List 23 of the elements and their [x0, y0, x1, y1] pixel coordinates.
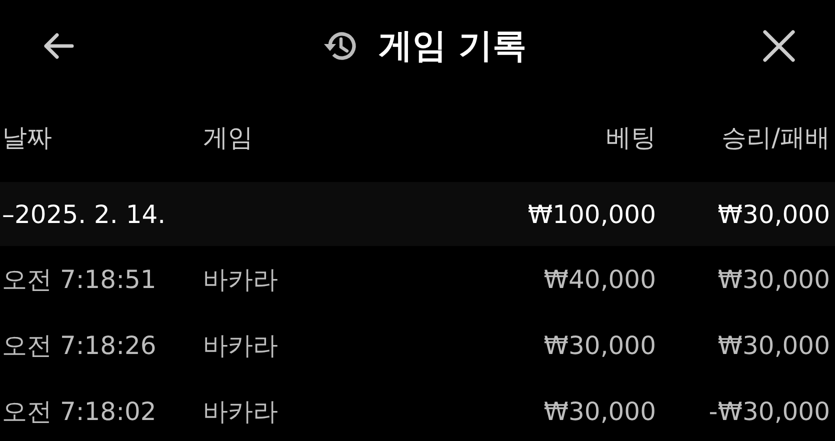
table-cell-text: ₩30,000: [716, 330, 830, 360]
group-date: –2025. 2. 14.: [1, 200, 167, 228]
total-result: ₩30,000: [716, 200, 830, 228]
column-header: 날짜: [1, 122, 53, 154]
total-bet: ₩100,000: [526, 200, 656, 228]
table-cell-text: 바카라: [202, 264, 279, 296]
table-cell-text: ₩30,000: [542, 330, 656, 360]
close-icon: [761, 28, 797, 64]
table-cell-text: -₩30,000: [708, 396, 830, 426]
page-title: 게임 기록: [378, 25, 526, 68]
date-group-row[interactable]: –2025. 2. 14. ₩100,000 ₩30,000: [0, 182, 835, 246]
table-cell-text: 바카라: [202, 396, 279, 428]
table-cell-text: ₩40,000: [542, 264, 656, 294]
column-header: 승리/패배: [720, 122, 830, 154]
table-cell-text: ₩30,000: [542, 396, 656, 426]
close-button[interactable]: [761, 28, 797, 64]
table-cell-text: 오전 7:18:51: [1, 264, 158, 296]
column-header: 베팅: [605, 122, 656, 154]
column-header: 게임: [202, 122, 254, 154]
table-cell-text: 오전 7:18:02: [1, 396, 158, 428]
table-cell-text: 오전 7:18:26: [1, 330, 158, 362]
table-cell-text: ₩30,000: [716, 264, 830, 294]
table-cell-text: 바카라: [202, 330, 279, 362]
